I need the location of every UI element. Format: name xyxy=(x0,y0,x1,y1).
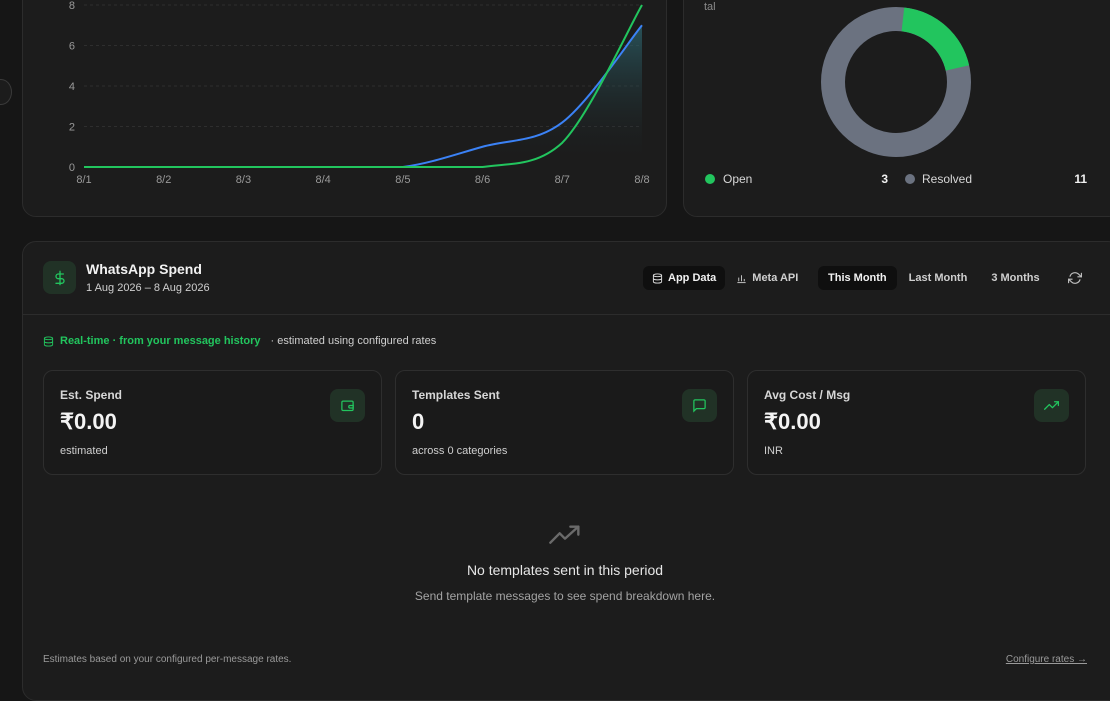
y-tick-label: 2 xyxy=(69,122,75,134)
tab-meta-api[interactable]: Meta API xyxy=(727,266,807,290)
y-tick-label: 4 xyxy=(69,81,75,93)
period-tabs: This Month Last Month 3 Months xyxy=(818,266,1052,290)
sidebar-toggle-button[interactable] xyxy=(0,79,12,105)
stat-card-avg-cost: Avg Cost / Msg ₹0.00 INR xyxy=(747,370,1086,475)
tab-this-month[interactable]: This Month xyxy=(818,266,897,290)
legend-open-dot xyxy=(705,174,715,184)
tab-last-month-label: Last Month xyxy=(908,272,968,284)
stat-sub: across 0 categories xyxy=(412,445,508,457)
x-tick-label: 8/5 xyxy=(395,174,410,186)
tab-meta-api-label: Meta API xyxy=(752,272,799,284)
stat-value: ₹0.00 xyxy=(764,409,821,434)
bar-chart-icon xyxy=(737,274,746,283)
y-tick-label: 8 xyxy=(69,0,75,12)
y-tick-label: 6 xyxy=(69,41,75,53)
trending-up-icon xyxy=(549,524,581,548)
y-tick-label: 0 xyxy=(69,162,75,174)
tab-this-month-label: This Month xyxy=(828,272,887,284)
stat-value: ₹0.00 xyxy=(60,409,117,434)
notice-rest: · estimated using configured rates xyxy=(270,335,437,347)
data-source-notice: Real-time · from your message history · … xyxy=(43,335,436,347)
tab-3-months-label: 3 Months xyxy=(991,272,1040,284)
empty-state-subtitle: Send template messages to see spend brea… xyxy=(414,589,716,603)
x-tick-label: 8/8 xyxy=(634,174,649,186)
tab-app-data[interactable]: App Data xyxy=(643,266,726,290)
stat-label: Est. Spend xyxy=(60,388,123,402)
trending-up-icon xyxy=(1034,389,1069,422)
wallet-icon xyxy=(330,389,365,422)
legend-open-count: 3 xyxy=(881,172,888,186)
notice-highlight: Real-time · from your message history xyxy=(60,335,261,347)
stat-label: Avg Cost / Msg xyxy=(764,388,851,402)
spend-date-range: 1 Aug 2026 – 8 Aug 2026 xyxy=(86,282,210,294)
stat-card-templates-sent: Templates Sent 0 across 0 categories xyxy=(395,370,734,475)
refresh-button[interactable] xyxy=(1065,268,1085,288)
x-tick-label: 8/4 xyxy=(315,174,330,186)
message-square-icon xyxy=(682,389,717,422)
data-source-tabs: App Data Meta API xyxy=(643,266,807,290)
database-icon xyxy=(43,335,54,347)
tab-3-months[interactable]: 3 Months xyxy=(979,266,1051,290)
x-tick-label: 8/7 xyxy=(555,174,570,186)
legend-resolved: Resolved 11 xyxy=(905,171,1087,187)
spend-title: WhatsApp Spend xyxy=(86,261,202,277)
stat-label: Templates Sent xyxy=(412,388,500,402)
footer-note: Estimates based on your configured per-m… xyxy=(43,654,292,665)
configure-rates-link[interactable]: Configure rates → xyxy=(1006,654,1087,665)
legend-open-label: Open xyxy=(723,172,753,186)
activity-chart-card: 8 6 4 2 0 8/1 8/2 8/3 8/4 8/5 8/6 8/7 8/8 xyxy=(22,0,667,217)
x-tick-label: 8/2 xyxy=(156,174,171,186)
legend-open: Open 3 xyxy=(705,171,888,187)
donut-segment-open xyxy=(901,7,970,72)
refresh-icon xyxy=(1068,272,1082,284)
stat-value: 0 xyxy=(412,409,425,434)
x-tick-label: 8/1 xyxy=(76,174,91,186)
legend-resolved-label: Resolved xyxy=(922,172,973,186)
stat-card-est-spend: Est. Spend ₹0.00 estimated xyxy=(43,370,382,475)
tab-last-month[interactable]: Last Month xyxy=(899,266,978,290)
legend-resolved-count: 11 xyxy=(1074,172,1087,186)
stat-sub: INR xyxy=(764,445,783,457)
spend-header: WhatsApp Spend 1 Aug 2026 – 8 Aug 2026 A… xyxy=(23,242,1110,315)
legend-resolved-dot xyxy=(905,174,915,184)
tab-app-data-label: App Data xyxy=(668,272,717,284)
dollar-icon xyxy=(43,261,76,294)
stat-sub: estimated xyxy=(60,445,108,457)
conversation-status-card: tal Open 3 Resolved 11 xyxy=(683,0,1110,217)
x-tick-label: 8/6 xyxy=(475,174,490,186)
x-tick-label: 8/3 xyxy=(236,174,251,186)
empty-state-title: No templates sent in this period xyxy=(466,562,664,578)
database-icon xyxy=(652,272,663,284)
activity-line-chart: 8 6 4 2 0 8/1 8/2 8/3 8/4 8/5 8/6 8/7 8/8 xyxy=(69,0,650,186)
